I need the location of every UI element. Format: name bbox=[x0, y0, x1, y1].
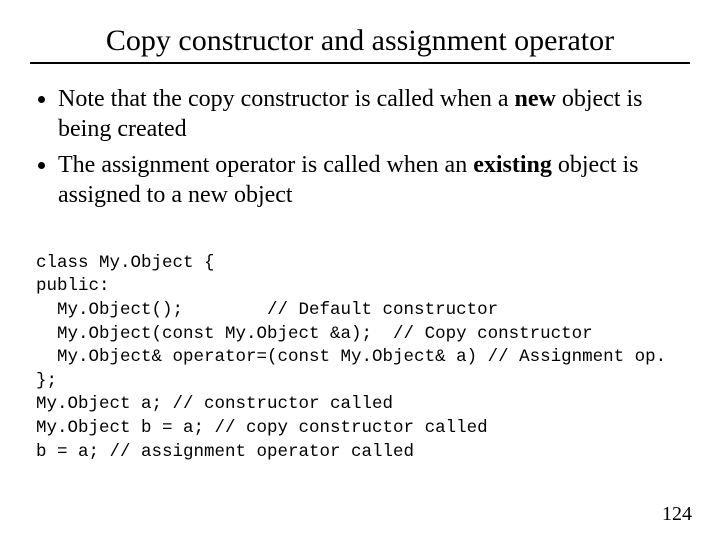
code-line: My.Object b = a; // copy constructor cal… bbox=[36, 418, 488, 438]
code-line: b = a; // assignment operator called bbox=[36, 442, 414, 462]
code-line: My.Object a; // constructor called bbox=[36, 394, 393, 414]
code-line: My.Object(const My.Object &a); // Copy c… bbox=[36, 324, 593, 344]
code-line: My.Object& operator=(const My.Object& a)… bbox=[36, 347, 666, 367]
bullet-text-pre: The assignment operator is called when a… bbox=[58, 152, 473, 178]
code-line: My.Object(); // Default constructor bbox=[36, 300, 498, 320]
page-number: 124 bbox=[662, 503, 692, 526]
code-line: class My.Object { bbox=[36, 253, 215, 273]
code-line: }; bbox=[36, 371, 57, 391]
code-block: class My.Object { public: My.Object(); /… bbox=[36, 228, 692, 464]
slide: Copy constructor and assignment operator… bbox=[0, 0, 720, 540]
code-line: public: bbox=[36, 276, 110, 296]
bullet-item: The assignment operator is called when a… bbox=[58, 150, 692, 210]
bullet-text-bold: new bbox=[515, 86, 556, 112]
bullet-item: Note that the copy constructor is called… bbox=[58, 84, 692, 144]
bullet-list: Note that the copy constructor is called… bbox=[28, 84, 692, 210]
bullet-text-bold: existing bbox=[473, 152, 552, 178]
title-underline bbox=[30, 62, 690, 64]
bullet-text-pre: Note that the copy constructor is called… bbox=[58, 86, 515, 112]
slide-title: Copy constructor and assignment operator bbox=[28, 24, 692, 58]
